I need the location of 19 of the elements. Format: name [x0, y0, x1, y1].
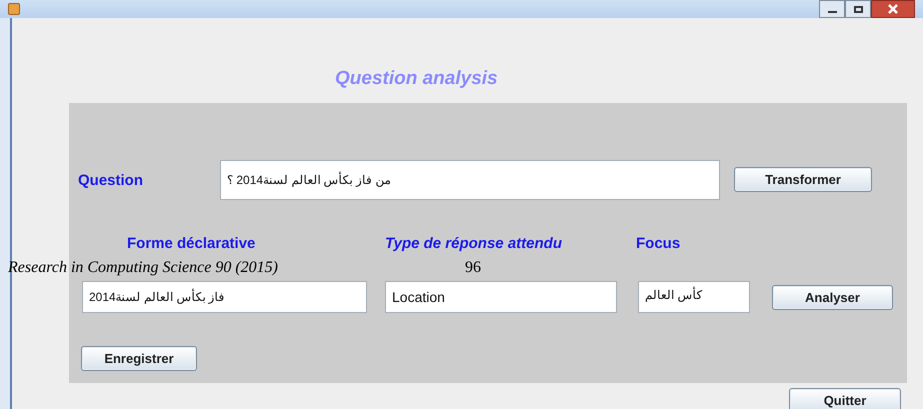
minimize-button[interactable]: [819, 0, 845, 18]
maximize-button[interactable]: [845, 0, 871, 18]
field-label: Type de réponse attendu: [385, 234, 562, 254]
input-field[interactable]: فاز بكأس العالم لسنة2014: [82, 281, 367, 313]
close-icon: [888, 4, 898, 14]
enregistrer-button[interactable]: Enregistrer: [81, 346, 197, 371]
window-heading: Question analysis: [335, 67, 498, 91]
java-icon: [8, 3, 20, 15]
transformer-button[interactable]: Transformer: [734, 167, 872, 192]
field-label: Forme déclarative: [127, 234, 256, 254]
analyser-button[interactable]: Analyser: [772, 285, 893, 310]
field-label: Focus: [636, 234, 680, 254]
page-number: 96: [465, 259, 481, 277]
input-field[interactable]: Location: [385, 281, 617, 313]
question-field[interactable]: من فاز بكأس العالم لسنة2014 ؟: [220, 160, 720, 200]
quitter-button[interactable]: Quitter: [789, 388, 901, 409]
input-field[interactable]: كأس العالم: [638, 281, 750, 313]
question-label: Question: [78, 172, 144, 189]
close-button[interactable]: [871, 0, 915, 18]
